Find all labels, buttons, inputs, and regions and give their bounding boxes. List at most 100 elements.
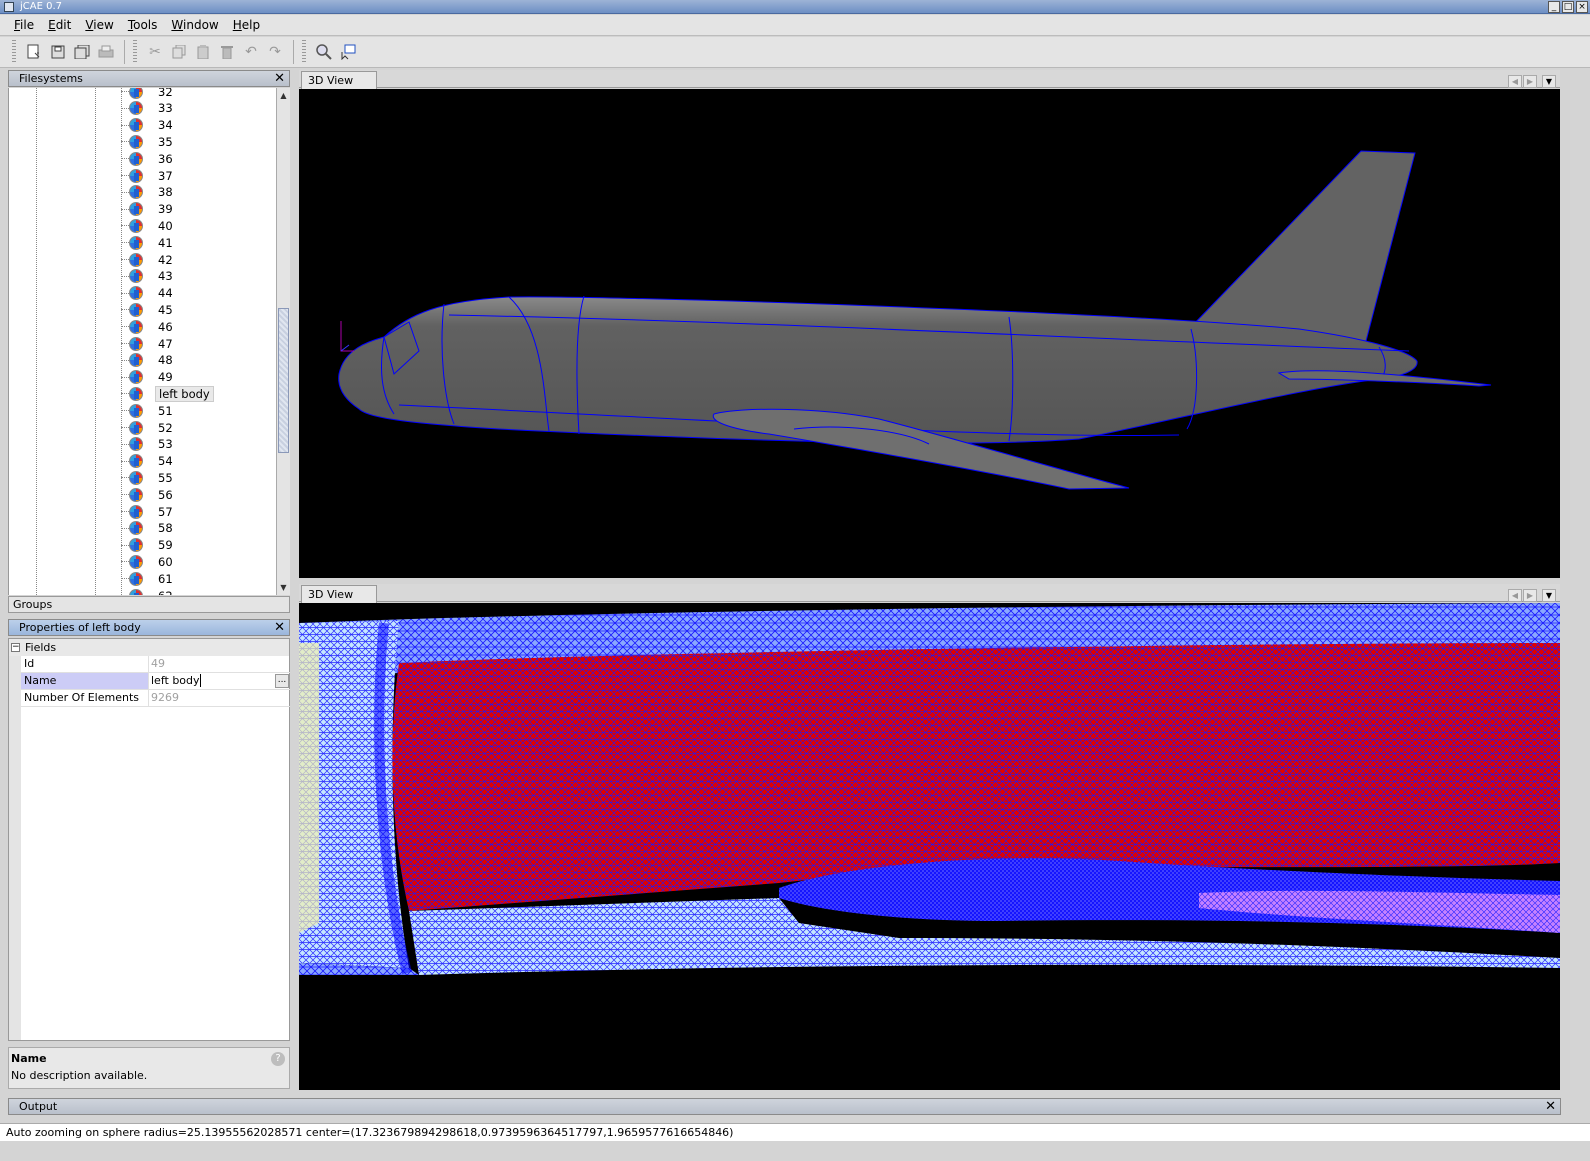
- tree-item[interactable]: 34: [121, 117, 176, 134]
- minimize-icon[interactable]: _: [1548, 1, 1560, 13]
- tree-item-label[interactable]: 33: [155, 101, 176, 115]
- tab-3d-view-6[interactable]: 3D View 6×: [301, 585, 377, 618]
- tree-item[interactable]: 40: [121, 217, 176, 234]
- tree-item[interactable]: 33: [121, 100, 176, 117]
- tree-item[interactable]: 55: [121, 469, 176, 486]
- scroll-left-icon[interactable]: ◀: [1508, 75, 1522, 88]
- name-value-field[interactable]: left body ...: [149, 673, 290, 689]
- tree-item[interactable]: 62: [129, 587, 176, 595]
- tree-item-label[interactable]: 61: [155, 572, 176, 586]
- print-icon[interactable]: [95, 41, 117, 63]
- collapse-icon[interactable]: −: [11, 643, 20, 652]
- tree-item[interactable]: 54: [121, 453, 176, 470]
- paste-icon[interactable]: [192, 41, 214, 63]
- menu-help[interactable]: Help: [227, 18, 266, 32]
- tree-item-label[interactable]: 38: [155, 185, 176, 199]
- scroll-right-icon[interactable]: ▶: [1523, 75, 1537, 88]
- tab-3d-view-7[interactable]: 3D View 7×: [301, 71, 377, 104]
- save-icon[interactable]: [47, 41, 69, 63]
- tree-item[interactable]: 46: [121, 318, 176, 335]
- chevron-down-icon[interactable]: ▼: [1542, 75, 1556, 88]
- tree-item[interactable]: 35: [121, 133, 176, 150]
- help-icon[interactable]: ?: [271, 1052, 285, 1066]
- toolbar-grip[interactable]: [133, 40, 137, 64]
- tree-item-label[interactable]: 44: [155, 286, 176, 300]
- property-row-name[interactable]: Name left body ...: [21, 673, 290, 690]
- tree-item-label[interactable]: 34: [155, 118, 176, 132]
- cut-icon[interactable]: ✂: [144, 41, 166, 63]
- property-row-elements[interactable]: Number Of Elements 9269: [21, 690, 290, 707]
- tree-scrollbar[interactable]: ▲ ▼: [276, 88, 290, 595]
- tree-item-label[interactable]: 43: [155, 269, 176, 283]
- tree-item[interactable]: 51: [121, 402, 176, 419]
- menu-edit[interactable]: Edit: [42, 18, 77, 32]
- tree-item-label[interactable]: 59: [155, 538, 176, 552]
- output-panel-header[interactable]: Output ✕: [8, 1098, 1561, 1115]
- scroll-right-icon[interactable]: ▶: [1523, 589, 1537, 602]
- toolbar-grip[interactable]: [302, 40, 306, 64]
- tree-item-label[interactable]: 53: [155, 437, 176, 451]
- property-value[interactable]: left body: [151, 674, 200, 687]
- tree-item[interactable]: 58: [121, 520, 176, 537]
- close-window-icon[interactable]: ×: [1576, 1, 1588, 13]
- tree-item-label[interactable]: 47: [155, 337, 176, 351]
- tree-item[interactable]: 49: [121, 369, 176, 386]
- menu-view[interactable]: View: [79, 18, 119, 32]
- tree-item-label[interactable]: 42: [155, 253, 176, 267]
- tree-item-label[interactable]: 46: [155, 320, 176, 334]
- delete-icon[interactable]: [216, 41, 238, 63]
- zoom-icon[interactable]: [313, 41, 335, 63]
- scroll-thumb[interactable]: [278, 308, 289, 453]
- tree-item[interactable]: 57: [121, 503, 176, 520]
- tree-item[interactable]: 32: [121, 88, 176, 100]
- maximize-icon[interactable]: □: [1562, 1, 1574, 13]
- tree-item[interactable]: 43: [121, 268, 176, 285]
- select-region-icon[interactable]: [337, 41, 359, 63]
- filesystems-panel-header[interactable]: Filesystems ✕: [8, 70, 290, 87]
- tree-item[interactable]: 42: [121, 251, 176, 268]
- ellipsis-button[interactable]: ...: [275, 674, 289, 688]
- close-icon[interactable]: ✕: [274, 620, 285, 635]
- tree-item-label[interactable]: 37: [155, 169, 176, 183]
- tree-item-label[interactable]: 56: [155, 488, 176, 502]
- tree-item[interactable]: 61: [121, 570, 176, 587]
- viewport-3d-view-6[interactable]: [299, 603, 1560, 1090]
- tree-item[interactable]: 44: [121, 285, 176, 302]
- tree-item-label[interactable]: 36: [155, 152, 176, 166]
- menu-window[interactable]: Window: [165, 18, 224, 32]
- scroll-down-icon[interactable]: ▼: [277, 580, 290, 595]
- properties-panel-header[interactable]: Properties of left body ✕: [8, 619, 290, 636]
- scroll-left-icon[interactable]: ◀: [1508, 589, 1522, 602]
- tree-item[interactable]: 53: [121, 436, 176, 453]
- groups-tab[interactable]: Groups: [8, 596, 290, 613]
- close-icon[interactable]: ✕: [1545, 1099, 1556, 1114]
- tree-item-label[interactable]: 60: [155, 555, 176, 569]
- tree-item[interactable]: 47: [121, 335, 176, 352]
- filesystem-tree[interactable]: 32 33 34 35 36 37 38 39 40 41 42 43 44 45 46 47 48 49 left…: [8, 88, 276, 595]
- tree-item-label[interactable]: 49: [155, 370, 176, 384]
- redo-icon[interactable]: ↷: [264, 41, 286, 63]
- save-all-icon[interactable]: [71, 41, 93, 63]
- property-row-id[interactable]: Id 49: [21, 656, 290, 673]
- scroll-up-icon[interactable]: ▲: [277, 88, 290, 103]
- toolbar-grip[interactable]: [12, 40, 16, 64]
- tree-item-label[interactable]: 57: [155, 505, 176, 519]
- tree-item-label[interactable]: 54: [155, 454, 176, 468]
- tree-item-label[interactable]: left body: [155, 385, 214, 402]
- tree-item-label[interactable]: 40: [155, 219, 176, 233]
- tree-item[interactable]: left body: [121, 385, 214, 402]
- tree-item[interactable]: 36: [121, 150, 176, 167]
- tree-item[interactable]: 60: [121, 553, 176, 570]
- tree-item[interactable]: 48: [121, 352, 176, 369]
- tree-item-label[interactable]: 58: [155, 521, 176, 535]
- tree-item-label[interactable]: 32: [155, 88, 176, 99]
- tree-item[interactable]: 52: [121, 419, 176, 436]
- tree-item-label[interactable]: 45: [155, 303, 176, 317]
- fields-section-row[interactable]: − Fields: [9, 639, 289, 656]
- tree-item-label[interactable]: 41: [155, 236, 176, 250]
- menu-tools[interactable]: Tools: [122, 18, 164, 32]
- tree-item[interactable]: 39: [121, 201, 176, 218]
- tree-item[interactable]: 56: [121, 486, 176, 503]
- copy-icon[interactable]: [168, 41, 190, 63]
- tree-item-label[interactable]: 62: [155, 589, 176, 596]
